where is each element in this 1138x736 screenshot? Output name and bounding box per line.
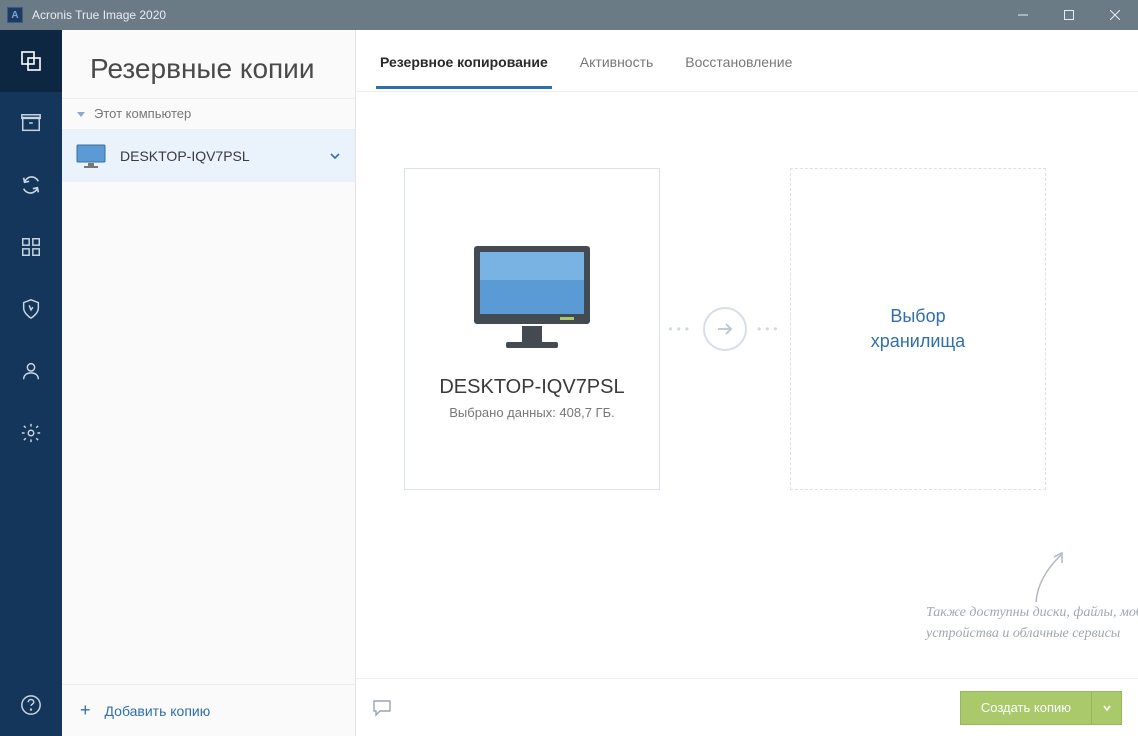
create-backup-label: Создать копию	[961, 700, 1091, 715]
dest-line1: Выбор	[890, 306, 945, 326]
nav-backup[interactable]	[0, 30, 62, 92]
tabs: Резервное копирование Активность Восстан…	[356, 30, 1138, 92]
nav-protection[interactable]	[0, 278, 62, 340]
destination-card-text: Выбор хранилища	[871, 304, 965, 354]
nav-tools[interactable]	[0, 216, 62, 278]
sidebar-section-label: Этот компьютер	[94, 106, 191, 121]
arrow-connector: ••• •••	[660, 307, 790, 351]
create-backup-button[interactable]: Создать копию	[960, 691, 1122, 725]
nav-settings[interactable]	[0, 402, 62, 464]
source-card-subtitle: Выбрано данных: 408,7 ГБ.	[449, 405, 615, 420]
close-button[interactable]	[1092, 0, 1138, 30]
window-title: Acronis True Image 2020	[30, 8, 1000, 22]
add-backup-button[interactable]: + Добавить копию	[62, 684, 355, 736]
plus-icon: +	[80, 700, 91, 721]
titlebar: A Acronis True Image 2020	[0, 0, 1138, 30]
dots-right-icon: •••	[757, 322, 782, 336]
content-area: DESKTOP-IQV7PSL Выбрано данных: 408,7 ГБ…	[356, 92, 1138, 678]
nav-help[interactable]	[0, 674, 62, 736]
main-panel: Резервное копирование Активность Восстан…	[356, 30, 1138, 736]
nav-account[interactable]	[0, 340, 62, 402]
sidebar-section-thispc[interactable]: Этот компьютер	[62, 98, 355, 130]
app-icon: A	[0, 0, 30, 30]
maximize-button[interactable]	[1046, 0, 1092, 30]
backup-list-item[interactable]: DESKTOP-IQV7PSL	[62, 130, 355, 182]
monitor-large-icon	[462, 238, 602, 358]
add-backup-label: Добавить копию	[105, 703, 211, 719]
backup-item-name: DESKTOP-IQV7PSL	[120, 148, 329, 164]
nav-sync[interactable]	[0, 154, 62, 216]
nav-archive[interactable]	[0, 92, 62, 154]
sidebar-heading: Резервные копии	[90, 52, 333, 86]
window-controls	[1000, 0, 1138, 30]
hint-arrow-icon	[1026, 547, 1076, 607]
dots-left-icon: •••	[668, 322, 693, 336]
source-card[interactable]: DESKTOP-IQV7PSL Выбрано данных: 408,7 ГБ…	[404, 168, 660, 490]
arrow-right-icon	[703, 307, 747, 351]
create-backup-dropdown[interactable]	[1091, 692, 1121, 724]
app-icon-letter: A	[7, 7, 23, 23]
sidebar: Резервные копии Этот компьютер DESKTOP-I…	[62, 30, 356, 736]
minimize-button[interactable]	[1000, 0, 1046, 30]
bottom-bar: Создать копию	[356, 678, 1138, 736]
cards-row: DESKTOP-IQV7PSL Выбрано данных: 408,7 ГБ…	[404, 168, 1110, 490]
dest-line2: хранилища	[871, 331, 965, 351]
nav-rail	[0, 30, 62, 736]
tab-backup[interactable]: Резервное копирование	[376, 34, 552, 88]
tab-activity[interactable]: Активность	[576, 34, 658, 88]
hint-text: Также доступны диски, файлы, мобильные у…	[926, 602, 1138, 644]
tab-restore[interactable]: Восстановление	[681, 34, 796, 88]
chevron-down-icon	[329, 150, 341, 162]
comment-icon[interactable]	[372, 699, 392, 717]
monitor-icon	[76, 144, 106, 168]
sidebar-header: Резервные копии	[62, 30, 355, 98]
source-card-title: DESKTOP-IQV7PSL	[439, 376, 624, 399]
destination-card[interactable]: Выбор хранилища	[790, 168, 1046, 490]
caret-down-icon	[76, 109, 86, 119]
